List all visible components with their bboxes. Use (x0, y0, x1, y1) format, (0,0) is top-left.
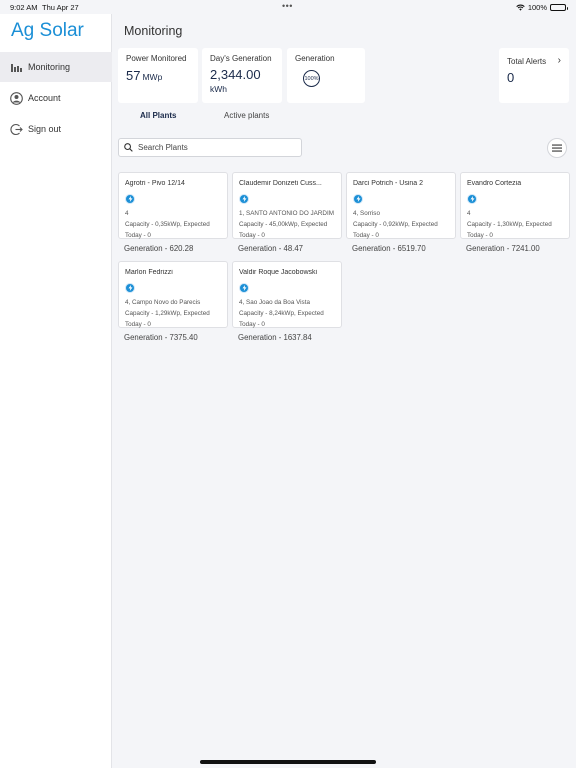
home-indicator[interactable] (200, 760, 376, 764)
plant-name: Valdir Roque Jacobowski (239, 269, 318, 276)
sidebar: Ag Solar Monitoring Account Sign out (0, 14, 112, 768)
app-brand: Ag Solar (11, 20, 84, 41)
total-alerts-card[interactable]: Total Alerts › 0 (499, 48, 569, 103)
plant-capacity: Capacity - 0,92kWp, Expected (353, 221, 438, 228)
plant-today: Today - 0 (125, 321, 151, 328)
sidebar-item-sign-out[interactable]: Sign out (0, 114, 112, 144)
plant-card[interactable]: Marlon Fedrizzi 4, Campo Novo do Parecis… (118, 261, 228, 342)
plant-today: Today - 0 (239, 321, 265, 328)
plant-location: 4, Sao Joao da Boa Vista (239, 299, 310, 306)
plant-status-icon (239, 283, 249, 293)
sidebar-item-monitoring[interactable]: Monitoring (0, 52, 112, 82)
plant-location: 4 (125, 210, 129, 217)
plant-today: Today - 0 (125, 232, 151, 239)
plant-card[interactable]: Evandro Cortezia 4 Capacity - 1,30kWp, E… (460, 172, 570, 253)
sidebar-item-label: Account (28, 93, 61, 103)
plant-today: Today - 0 (353, 232, 379, 239)
generation-card: Generation 100% (287, 48, 365, 103)
search-icon (124, 143, 133, 152)
account-icon (10, 91, 23, 105)
plant-location: 4, Sorriso (353, 210, 380, 217)
sidebar-item-account[interactable]: Account (0, 83, 112, 113)
plant-generation: Generation - 7241.00 (466, 244, 540, 253)
plant-name: Evandro Cortezia (467, 180, 522, 187)
status-date: Thu Apr 27 (42, 3, 79, 12)
plant-generation: Generation - 1637.84 (238, 333, 312, 342)
plant-card-body[interactable]: Evandro Cortezia 4 Capacity - 1,30kWp, E… (460, 172, 570, 239)
multitask-dots-icon[interactable]: ••• (282, 1, 293, 11)
plant-card[interactable]: Agrotri - Pivo 12/14 4 Capacity - 0,35kW… (118, 172, 228, 253)
stat-label: Generation (295, 54, 335, 63)
plant-capacity: Capacity - 45,00kWp, Expected (239, 221, 328, 228)
power-value: 57 (126, 68, 141, 83)
plant-capacity: Capacity - 1,29kWp, Expected (125, 310, 210, 317)
status-time: 9:02 AM (10, 3, 38, 12)
wifi-icon (516, 4, 525, 11)
plant-status-icon (239, 194, 249, 204)
plant-generation: Generation - 7375.40 (124, 333, 198, 342)
plant-capacity: Capacity - 1,30kWp, Expected (467, 221, 552, 228)
plant-generation: Generation - 48.47 (238, 244, 304, 253)
plant-card-body[interactable]: Agrotri - Pivo 12/14 4 Capacity - 0,35kW… (118, 172, 228, 239)
stat-value: 57 MWp (126, 68, 162, 83)
power-unit: MWp (142, 72, 163, 82)
page-title: Monitoring (124, 24, 183, 38)
plant-status-icon (467, 194, 477, 204)
plant-status-icon (353, 194, 363, 204)
plant-status-icon (125, 194, 135, 204)
plant-card-body[interactable]: Claudemir Donizeti Cuss... 1, SANTO ANTO… (232, 172, 342, 239)
plant-status-icon (125, 283, 135, 293)
sidebar-item-label: Monitoring (28, 62, 71, 72)
plant-today: Today - 0 (467, 232, 493, 239)
power-monitored-card: Power Monitored 57 MWp (118, 48, 198, 103)
main-content: Monitoring Power Monitored 57 MWp Day's G… (113, 14, 576, 768)
plant-capacity: Capacity - 0,35kWp, Expected (125, 221, 210, 228)
sign-out-icon (10, 123, 23, 136)
plant-generation: Generation - 620.28 (124, 244, 194, 253)
alerts-value: 0 (507, 70, 515, 85)
plant-card-body[interactable]: Valdir Roque Jacobowski 4, Sao Joao da B… (232, 261, 342, 328)
generation-gauge: 100% (303, 70, 320, 87)
hamburger-icon (552, 144, 562, 152)
stat-label: Total Alerts (507, 57, 547, 66)
plant-name: Marlon Fedrizzi (125, 269, 173, 276)
plant-card-body[interactable]: Marlon Fedrizzi 4, Campo Novo do Parecis… (118, 261, 228, 328)
plant-generation: Generation - 6519.70 (352, 244, 426, 253)
plant-location: 4, Campo Novo do Parecis (125, 299, 201, 306)
chart-icon (10, 61, 23, 74)
day-unit: kWh (210, 84, 227, 94)
plant-name: Darci Potrich - Usina 2 (353, 180, 424, 187)
plant-name: Agrotri - Pivo 12/14 (125, 180, 185, 187)
tab-all-plants[interactable]: All Plants (140, 111, 176, 120)
search-box[interactable] (118, 138, 302, 157)
stat-label: Day's Generation (210, 54, 272, 63)
plant-card-body[interactable]: Darci Potrich - Usina 2 4, Sorriso Capac… (346, 172, 456, 239)
plant-location: 4 (467, 210, 471, 217)
tab-active-plants[interactable]: Active plants (224, 111, 269, 120)
stat-label: Power Monitored (126, 54, 187, 63)
plant-capacity: Capacity - 8,24kWp, Expected (239, 310, 324, 317)
day-value: 2,344.00 (210, 67, 261, 82)
status-right: 100% (516, 3, 568, 12)
sidebar-item-label: Sign out (28, 124, 62, 134)
plant-card[interactable]: Claudemir Donizeti Cuss... 1, SANTO ANTO… (232, 172, 342, 253)
plant-today: Today - 0 (239, 232, 265, 239)
battery-percent: 100% (527, 3, 547, 12)
chevron-right-icon: › (557, 55, 561, 66)
plant-location: 1, SANTO ANTONIO DO JARDIM (239, 210, 334, 217)
days-generation-card: Day's Generation 2,344.00 kWh (202, 48, 282, 103)
plant-card[interactable]: Valdir Roque Jacobowski 4, Sao Joao da B… (232, 261, 342, 342)
list-menu-button[interactable] (547, 138, 567, 158)
plant-name: Claudemir Donizeti Cuss... (239, 180, 322, 187)
status-bar: 9:02 AM Thu Apr 27 ••• 100% (0, 0, 576, 14)
battery-icon (550, 4, 568, 11)
search-input[interactable] (138, 143, 298, 152)
plant-card[interactable]: Darci Potrich - Usina 2 4, Sorriso Capac… (346, 172, 456, 253)
